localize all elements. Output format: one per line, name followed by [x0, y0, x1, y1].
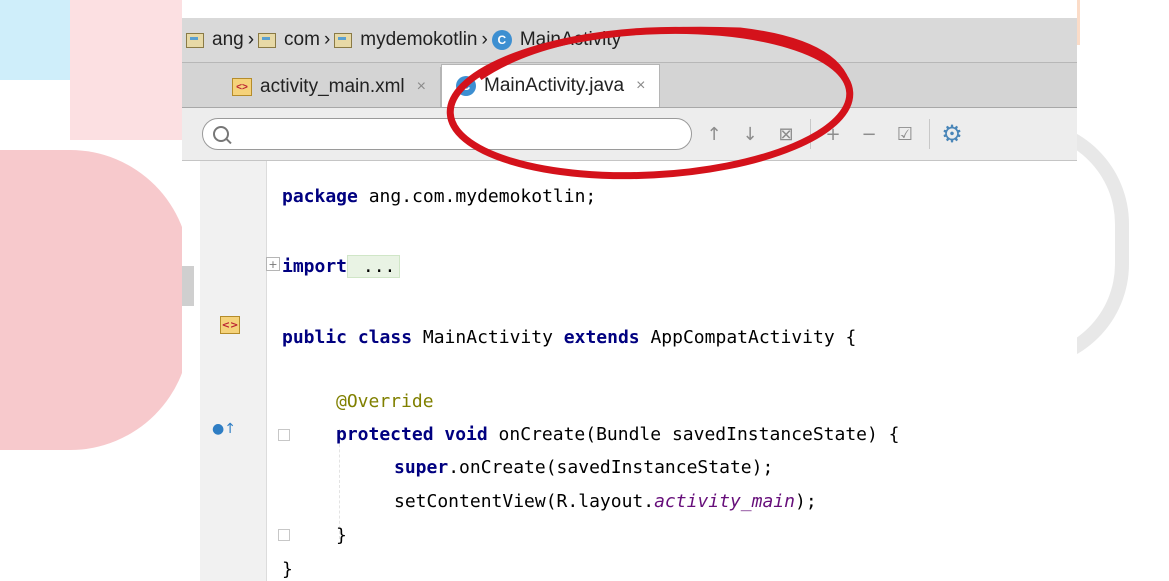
- package-folder-icon: [334, 32, 353, 48]
- code-editor[interactable]: + <> ●↑ package ang.com.mydemokotlin; im…: [182, 161, 1077, 581]
- xml-layout-gutter-icon[interactable]: <>: [220, 316, 240, 334]
- breadcrumb-label: ang: [212, 29, 244, 50]
- fold-expand-icon[interactable]: +: [266, 257, 280, 271]
- editor-gutter: [200, 161, 267, 581]
- breadcrumb-item-ang[interactable]: ang: [182, 29, 248, 51]
- breadcrumb-item-com[interactable]: com: [254, 29, 324, 51]
- package-folder-icon: [186, 32, 204, 48]
- code-line: protected void onCreate(Bundle savedInst…: [336, 424, 900, 445]
- indent-guide: [339, 429, 341, 539]
- code-line: import ...: [282, 255, 401, 278]
- code-line: setContentView(R.layout.activity_main);: [394, 491, 817, 512]
- code-line: super.onCreate(savedInstanceState);: [394, 457, 774, 478]
- scroll-marker: [182, 266, 194, 306]
- annotation-ellipse: [446, 26, 854, 180]
- background-watermark: [0, 0, 180, 80]
- select-all-icon[interactable]: ☑: [891, 120, 919, 148]
- background-watermark: [70, 0, 190, 140]
- code-line: public class MainActivity extends AppCom…: [282, 327, 857, 348]
- search-icon[interactable]: [213, 126, 229, 142]
- fold-collapse-icon[interactable]: [278, 529, 290, 541]
- breadcrumb-label: com: [284, 29, 320, 50]
- xml-file-icon: <>: [232, 78, 252, 96]
- package-folder-icon: [258, 32, 277, 48]
- tab-activity-main-xml[interactable]: <> activity_main.xml ×: [218, 67, 441, 107]
- tab-label: activity_main.xml: [260, 76, 405, 97]
- fold-collapse-icon[interactable]: [278, 429, 290, 441]
- background-watermark: [0, 150, 190, 450]
- code-line: @Override: [336, 391, 434, 412]
- close-icon[interactable]: ×: [417, 78, 426, 96]
- settings-gear-icon[interactable]: ⚙: [938, 120, 966, 148]
- override-gutter-icon[interactable]: ●↑: [212, 421, 236, 437]
- code-line: }: [282, 559, 293, 580]
- code-line: }: [336, 525, 347, 546]
- toolbar-divider: [929, 119, 930, 149]
- folded-imports[interactable]: ...: [347, 255, 401, 278]
